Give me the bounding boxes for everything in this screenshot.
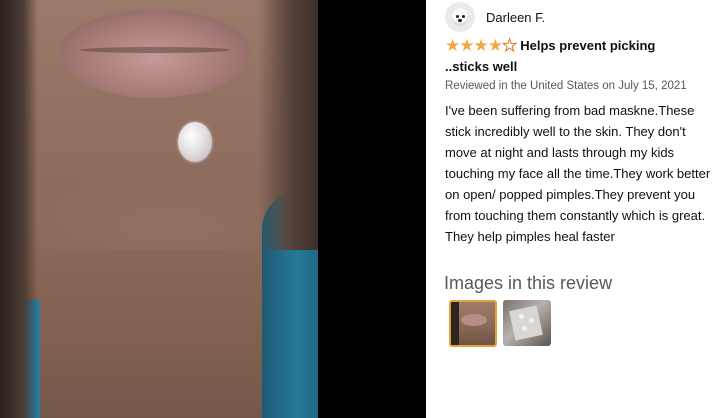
star-icon: ★: [501, 36, 517, 55]
review-panel: Darleen F. ★ ★ ★ ★ ★ Helps prevent picking .…: [426, 0, 721, 418]
images-section-title: Images in this review: [444, 273, 613, 293]
star-rating: ★ ★ ★ ★ ★: [445, 36, 518, 55]
reviewer-profile[interactable]: Darleen F.: [445, 2, 545, 32]
rating-and-title: ★ ★ ★ ★ ★ Helps prevent picking: [445, 36, 655, 55]
review-title[interactable]: Helps prevent picking: [520, 38, 655, 53]
photo-lip-line: [80, 47, 230, 53]
photo-neck: [30, 250, 300, 418]
photo-pimple-patch: [178, 122, 212, 162]
star-icon: ★: [487, 36, 503, 55]
star-icon: ★: [473, 36, 489, 55]
review-title-continued[interactable]: ..sticks well: [445, 59, 517, 74]
star-icon: ★: [445, 36, 460, 55]
star-icon: ★: [459, 36, 474, 55]
photo-letterbox: [318, 0, 426, 418]
thumbnail-2[interactable]: [503, 300, 551, 346]
photo-hair-right: [258, 0, 318, 250]
photo-hair-left: [0, 0, 38, 418]
avatar-dog-icon: [445, 2, 475, 32]
thumbnail-1[interactable]: [449, 300, 497, 347]
review-image-thumbnails: [449, 300, 551, 347]
review-body: I've been suffering from bad maskne.Thes…: [445, 103, 711, 244]
reviewer-name[interactable]: Darleen F.: [486, 10, 545, 25]
review-date: Reviewed in the United States on July 15…: [445, 80, 687, 92]
photo-lips: [60, 10, 250, 98]
review-main-photo: [0, 0, 318, 418]
